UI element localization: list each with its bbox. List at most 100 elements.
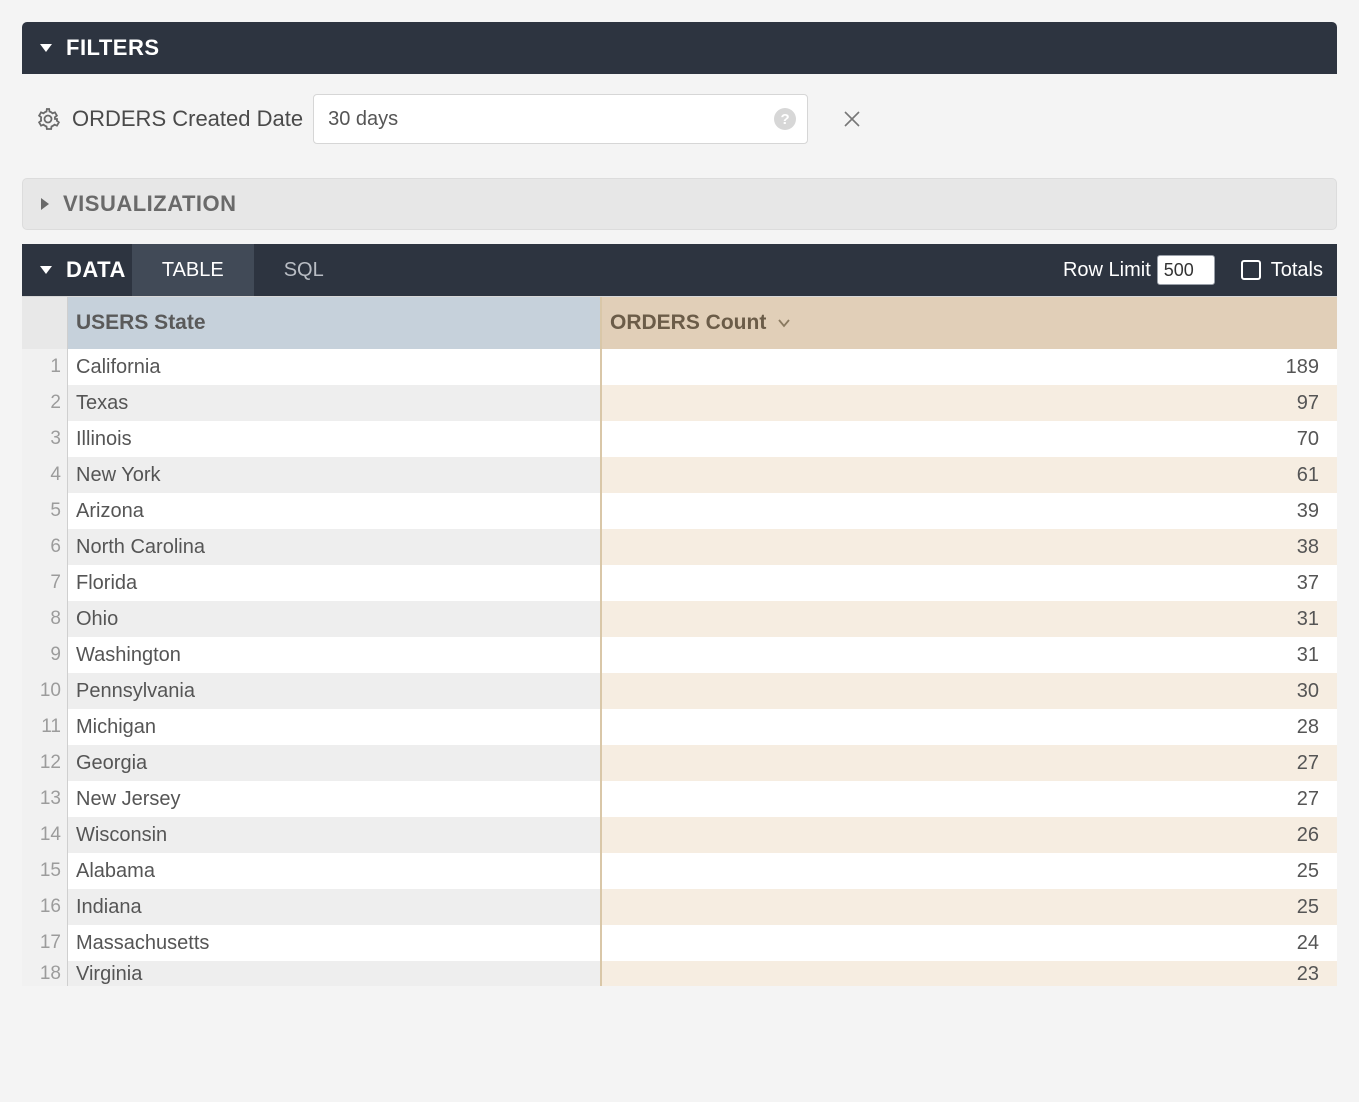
rownum-cell: 15 bbox=[22, 853, 68, 889]
table-row[interactable]: 16Indiana25 bbox=[22, 889, 1337, 925]
caret-down-icon bbox=[40, 44, 52, 52]
state-cell[interactable]: Alabama bbox=[68, 853, 602, 889]
checkbox-icon[interactable] bbox=[1241, 260, 1261, 280]
col-header-count-label: ORDERS Count bbox=[610, 311, 766, 335]
state-cell[interactable]: Washington bbox=[68, 637, 602, 673]
rownum-cell: 4 bbox=[22, 457, 68, 493]
count-cell[interactable]: 23 bbox=[602, 961, 1337, 986]
table-row[interactable]: 18Virginia23 bbox=[22, 961, 1337, 986]
table-row[interactable]: 11Michigan28 bbox=[22, 709, 1337, 745]
rownum-header bbox=[22, 297, 68, 349]
table-row[interactable]: 9Washington31 bbox=[22, 637, 1337, 673]
data-title[interactable]: DATA bbox=[66, 257, 126, 283]
rownum-cell: 17 bbox=[22, 925, 68, 961]
state-cell[interactable]: Michigan bbox=[68, 709, 602, 745]
state-cell[interactable]: California bbox=[68, 349, 602, 385]
rownum-cell: 5 bbox=[22, 493, 68, 529]
visualization-title: VISUALIZATION bbox=[63, 191, 237, 217]
count-cell[interactable]: 25 bbox=[602, 889, 1337, 925]
rownum-cell: 14 bbox=[22, 817, 68, 853]
state-cell[interactable]: New Jersey bbox=[68, 781, 602, 817]
col-header-count[interactable]: ORDERS Count bbox=[602, 297, 1337, 349]
filter-value-input[interactable] bbox=[313, 94, 808, 144]
count-cell[interactable]: 39 bbox=[602, 493, 1337, 529]
table-row[interactable]: 12Georgia27 bbox=[22, 745, 1337, 781]
close-icon[interactable] bbox=[842, 109, 862, 129]
table-row[interactable]: 6North Carolina38 bbox=[22, 529, 1337, 565]
filter-field-label: ORDERS Created Date bbox=[72, 106, 303, 132]
count-cell[interactable]: 28 bbox=[602, 709, 1337, 745]
count-cell[interactable]: 26 bbox=[602, 817, 1337, 853]
count-cell[interactable]: 24 bbox=[602, 925, 1337, 961]
table-row[interactable]: 10Pennsylvania30 bbox=[22, 673, 1337, 709]
state-cell[interactable]: North Carolina bbox=[68, 529, 602, 565]
state-cell[interactable]: Illinois bbox=[68, 421, 602, 457]
state-cell[interactable]: Ohio bbox=[68, 601, 602, 637]
count-cell[interactable]: 70 bbox=[602, 421, 1337, 457]
rownum-cell: 9 bbox=[22, 637, 68, 673]
count-cell[interactable]: 31 bbox=[602, 637, 1337, 673]
filters-body: ORDERS Created Date ? bbox=[22, 74, 1337, 178]
filters-title: FILTERS bbox=[66, 35, 160, 61]
rownum-cell: 13 bbox=[22, 781, 68, 817]
state-cell[interactable]: Texas bbox=[68, 385, 602, 421]
state-cell[interactable]: Pennsylvania bbox=[68, 673, 602, 709]
state-cell[interactable]: Florida bbox=[68, 565, 602, 601]
state-cell[interactable]: Wisconsin bbox=[68, 817, 602, 853]
state-cell[interactable]: Georgia bbox=[68, 745, 602, 781]
count-cell[interactable]: 37 bbox=[602, 565, 1337, 601]
count-cell[interactable]: 31 bbox=[602, 601, 1337, 637]
table-header-row: USERS State ORDERS Count bbox=[22, 297, 1337, 349]
state-cell[interactable]: Arizona bbox=[68, 493, 602, 529]
count-cell[interactable]: 25 bbox=[602, 853, 1337, 889]
totals-toggle[interactable]: Totals bbox=[1241, 259, 1323, 282]
state-cell[interactable]: New York bbox=[68, 457, 602, 493]
rownum-cell: 11 bbox=[22, 709, 68, 745]
rownum-cell: 3 bbox=[22, 421, 68, 457]
rownum-cell: 12 bbox=[22, 745, 68, 781]
data-table: USERS State ORDERS Count 1California1892… bbox=[22, 296, 1337, 986]
state-cell[interactable]: Indiana bbox=[68, 889, 602, 925]
rownum-cell: 7 bbox=[22, 565, 68, 601]
filters-header[interactable]: FILTERS bbox=[22, 22, 1337, 74]
rownum-cell: 18 bbox=[22, 961, 68, 986]
table-row[interactable]: 8Ohio31 bbox=[22, 601, 1337, 637]
data-header: DATA TABLE SQL Row Limit Totals bbox=[22, 244, 1337, 296]
filter-input-wrap: ? bbox=[313, 94, 808, 144]
caret-right-icon bbox=[41, 198, 49, 210]
table-row[interactable]: 7Florida37 bbox=[22, 565, 1337, 601]
count-cell[interactable]: 97 bbox=[602, 385, 1337, 421]
count-cell[interactable]: 27 bbox=[602, 781, 1337, 817]
rownum-cell: 8 bbox=[22, 601, 68, 637]
count-cell[interactable]: 38 bbox=[602, 529, 1337, 565]
table-row[interactable]: 14Wisconsin26 bbox=[22, 817, 1337, 853]
col-header-state[interactable]: USERS State bbox=[68, 297, 602, 349]
row-limit-input[interactable] bbox=[1157, 255, 1215, 285]
count-cell[interactable]: 30 bbox=[602, 673, 1337, 709]
gear-icon[interactable] bbox=[36, 107, 60, 131]
caret-down-icon[interactable] bbox=[40, 266, 52, 274]
count-cell[interactable]: 189 bbox=[602, 349, 1337, 385]
tab-table[interactable]: TABLE bbox=[132, 244, 254, 296]
rownum-cell: 2 bbox=[22, 385, 68, 421]
table-row[interactable]: 5Arizona39 bbox=[22, 493, 1337, 529]
totals-label: Totals bbox=[1271, 259, 1323, 282]
count-cell[interactable]: 61 bbox=[602, 457, 1337, 493]
sort-desc-icon bbox=[776, 315, 792, 331]
help-icon[interactable]: ? bbox=[774, 108, 796, 130]
table-row[interactable]: 4New York61 bbox=[22, 457, 1337, 493]
table-row[interactable]: 15Alabama25 bbox=[22, 853, 1337, 889]
tab-sql[interactable]: SQL bbox=[254, 244, 354, 296]
table-row[interactable]: 17Massachusetts24 bbox=[22, 925, 1337, 961]
table-row[interactable]: 2Texas97 bbox=[22, 385, 1337, 421]
rownum-cell: 6 bbox=[22, 529, 68, 565]
state-cell[interactable]: Massachusetts bbox=[68, 925, 602, 961]
visualization-header[interactable]: VISUALIZATION bbox=[22, 178, 1337, 230]
count-cell[interactable]: 27 bbox=[602, 745, 1337, 781]
row-limit-label: Row Limit bbox=[1063, 259, 1151, 282]
table-row[interactable]: 3Illinois70 bbox=[22, 421, 1337, 457]
table-row[interactable]: 1California189 bbox=[22, 349, 1337, 385]
data-tabs: TABLE SQL bbox=[132, 244, 354, 296]
table-row[interactable]: 13New Jersey27 bbox=[22, 781, 1337, 817]
state-cell[interactable]: Virginia bbox=[68, 961, 602, 986]
